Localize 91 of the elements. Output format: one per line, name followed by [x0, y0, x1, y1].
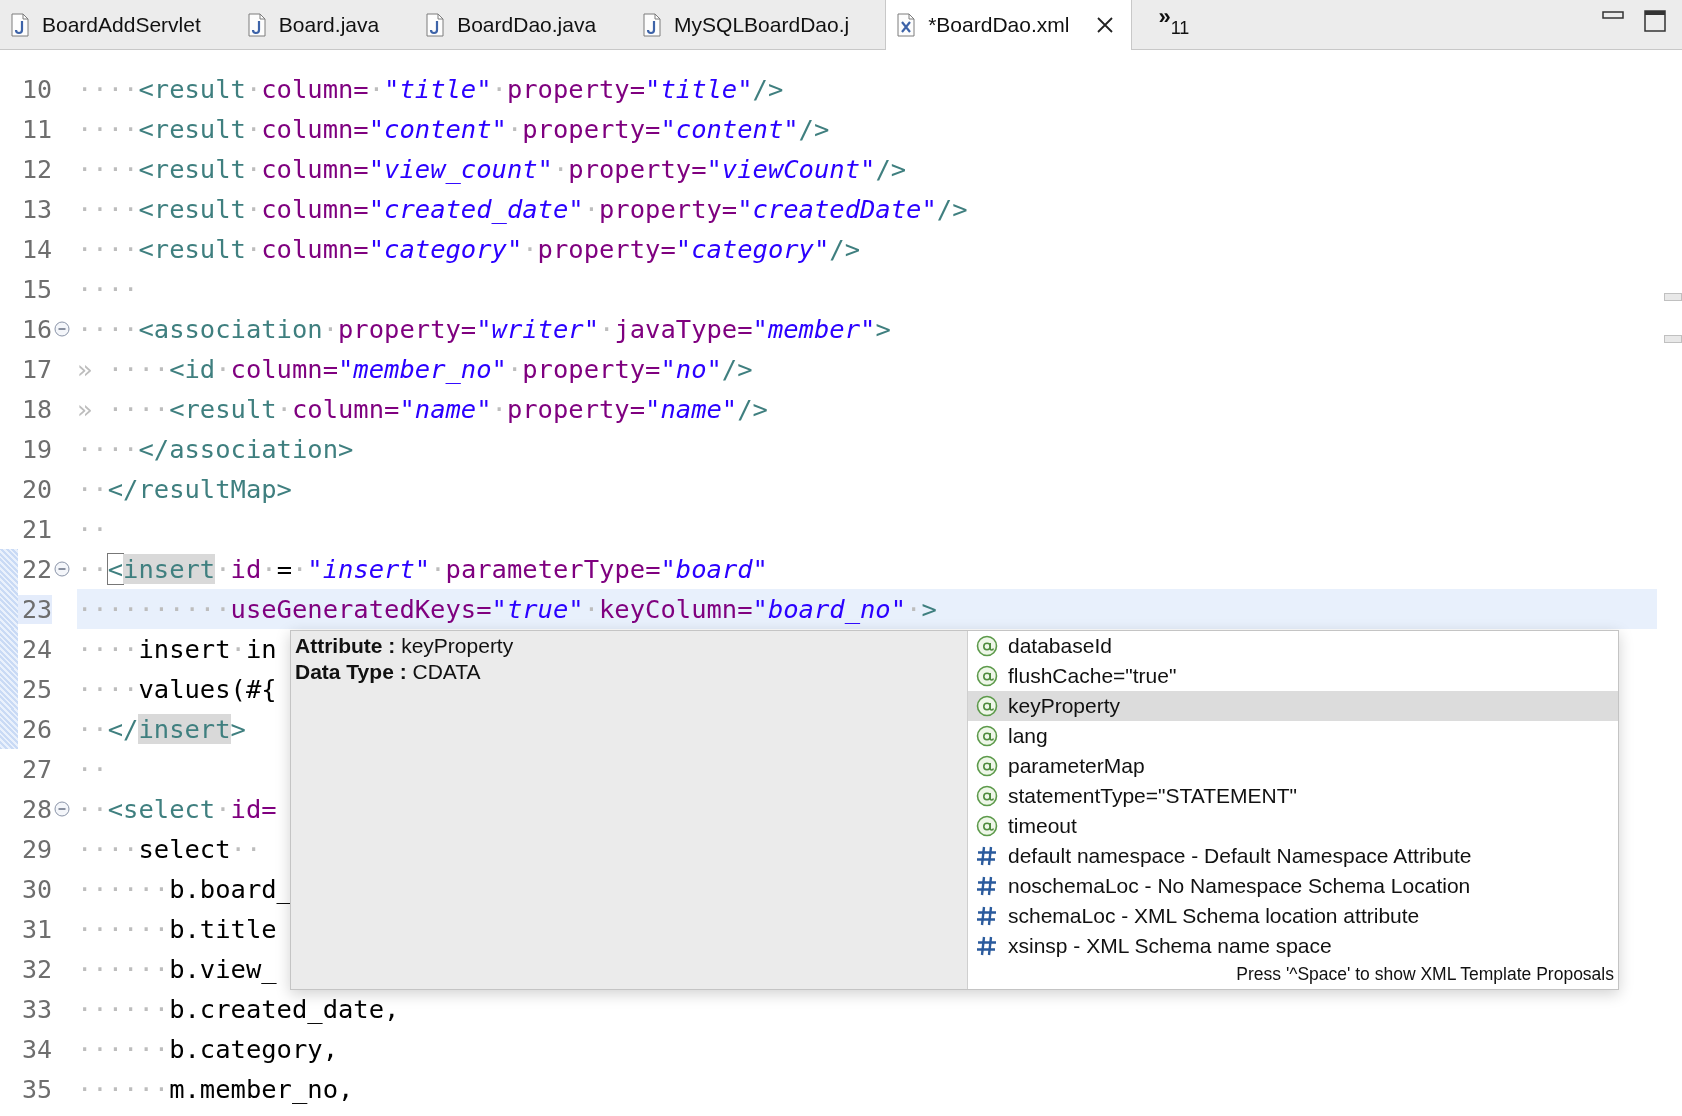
proposal-item[interactable]: noschemaLoc - No Namespace Schema Location: [968, 871, 1618, 901]
file-icon: [246, 12, 267, 37]
code-line: ··<insert·id·=·"insert"·parameterType="board": [77, 553, 768, 586]
hash-icon: [976, 845, 998, 867]
editor-tab[interactable]: BoardDao.java: [415, 0, 633, 49]
attribute-icon: [976, 665, 998, 687]
hash-icon: [976, 875, 998, 897]
code-line: ····<result·column="content"·property="content"/>: [77, 113, 830, 146]
attribute-icon: [976, 815, 998, 837]
line-number: 35: [20, 1074, 52, 1104]
line-number: 28: [20, 794, 52, 824]
code-line: ··: [77, 513, 108, 546]
code-line: ······b.category,: [77, 1033, 338, 1066]
line-number: 20: [20, 474, 52, 504]
line-number: 12: [20, 154, 52, 184]
attribute-icon: [976, 635, 998, 657]
line-number: 21: [20, 514, 52, 544]
close-icon[interactable]: [1095, 15, 1116, 35]
proposal-item[interactable]: default namespace - Default Namespace Attribute: [968, 841, 1618, 871]
proposal-item[interactable]: parameterMap: [968, 751, 1618, 781]
line-number: 31: [20, 914, 52, 944]
code-line: ····: [77, 273, 139, 306]
collapse-icon[interactable]: [54, 561, 70, 577]
code-line: ··········useGeneratedKeys="true"·keyColumn="board_no"·>: [77, 593, 937, 626]
editor-tab[interactable]: *BoardDao.xml: [885, 0, 1133, 50]
line-number: 30: [20, 874, 52, 904]
line-number: 18: [20, 394, 52, 424]
line-number: 26: [20, 714, 52, 744]
hash-icon: [976, 935, 998, 957]
code-line: ····insert·in: [77, 633, 277, 666]
code-line: » ····<id·column="member_no"·property="no"/>: [77, 353, 753, 386]
line-number: 24: [20, 634, 52, 664]
editor-tab[interactable]: BoardAddServlet: [0, 0, 237, 49]
line-number: 10: [20, 74, 52, 104]
minimize-icon[interactable]: [1602, 10, 1624, 20]
code-line: ······b.board_: [77, 873, 292, 906]
hint-text: Press '^Space' to show XML Template Proposals: [1236, 963, 1615, 986]
code-line: ··</resultMap>: [77, 473, 292, 506]
info-text: Data Type : CDATA: [295, 659, 482, 685]
line-number: 11: [20, 114, 52, 144]
code-line: ····<association·property="writer"·javaType="member">: [77, 313, 891, 346]
code-line: ····<result·column="category"·property="category"/>: [77, 233, 861, 266]
attribute-icon: [976, 755, 998, 777]
line-number: 34: [20, 1034, 52, 1064]
code-line: ····select··: [77, 833, 262, 866]
file-icon: [425, 12, 446, 37]
line-number: 32: [20, 954, 52, 984]
code-line: ····<result·column=·"title"·property="title"/>: [77, 73, 784, 106]
info-text: Attribute : keyProperty: [295, 633, 515, 659]
line-number: 16: [20, 314, 52, 344]
collapse-icon[interactable]: [54, 321, 70, 337]
code-line: ····values(#{: [77, 673, 277, 706]
line-number: 17: [20, 354, 52, 384]
line-number: 25: [20, 674, 52, 704]
proposal-item[interactable]: lang: [968, 721, 1618, 751]
line-number: 22: [20, 554, 52, 584]
line-number: 27: [20, 754, 52, 784]
file-icon: [10, 12, 30, 37]
proposal-item[interactable]: statementType="STATEMENT": [968, 781, 1618, 811]
line-number: 14: [20, 234, 52, 264]
proposal-item[interactable]: schemaLoc - XML Schema location attribute: [968, 901, 1618, 931]
file-icon: [896, 13, 917, 37]
attribute-icon: [976, 725, 998, 747]
collapse-icon[interactable]: [54, 801, 70, 817]
proposal-item[interactable]: databaseId: [968, 631, 1618, 661]
file-icon: [642, 12, 663, 37]
proposal-item[interactable]: xsinsp - XML Schema name space: [968, 931, 1618, 961]
attribute-icon: [976, 785, 998, 807]
editor-tab[interactable]: Board.java: [236, 0, 416, 49]
proposal-item[interactable]: flushCache="true": [968, 661, 1618, 691]
code-line: ··: [77, 753, 108, 786]
maximize-icon[interactable]: [1644, 10, 1666, 32]
code-line: ······b.created_date,: [77, 993, 400, 1026]
editor-tab[interactable]: MySQLBoardDao.j: [632, 0, 886, 49]
code-line: ··<select·id=: [77, 793, 277, 826]
hash-icon: [976, 905, 998, 927]
line-number: 33: [20, 994, 52, 1024]
line-number: 19: [20, 434, 52, 464]
code-line: ····<result·column="created_date"·property="createdDate"/>: [77, 193, 968, 226]
proposal-item[interactable]: timeout: [968, 811, 1618, 841]
line-number: 29: [20, 834, 52, 864]
code-line: ······b.view_: [77, 953, 277, 986]
code-line: ······m.member_no,: [77, 1073, 354, 1106]
code-line: » ····<result·column="name"·property="name"/>: [77, 393, 768, 426]
line-number: 15: [20, 274, 52, 304]
code-line: ····</association>: [77, 433, 354, 466]
attribute-icon: [976, 695, 998, 717]
line-number: 13: [20, 194, 52, 224]
code-line: ······b.title: [77, 913, 277, 946]
code-line: ····<result·column="view_count"·property="viewCount"/>: [77, 153, 907, 186]
proposal-item[interactable]: keyProperty: [968, 691, 1618, 721]
